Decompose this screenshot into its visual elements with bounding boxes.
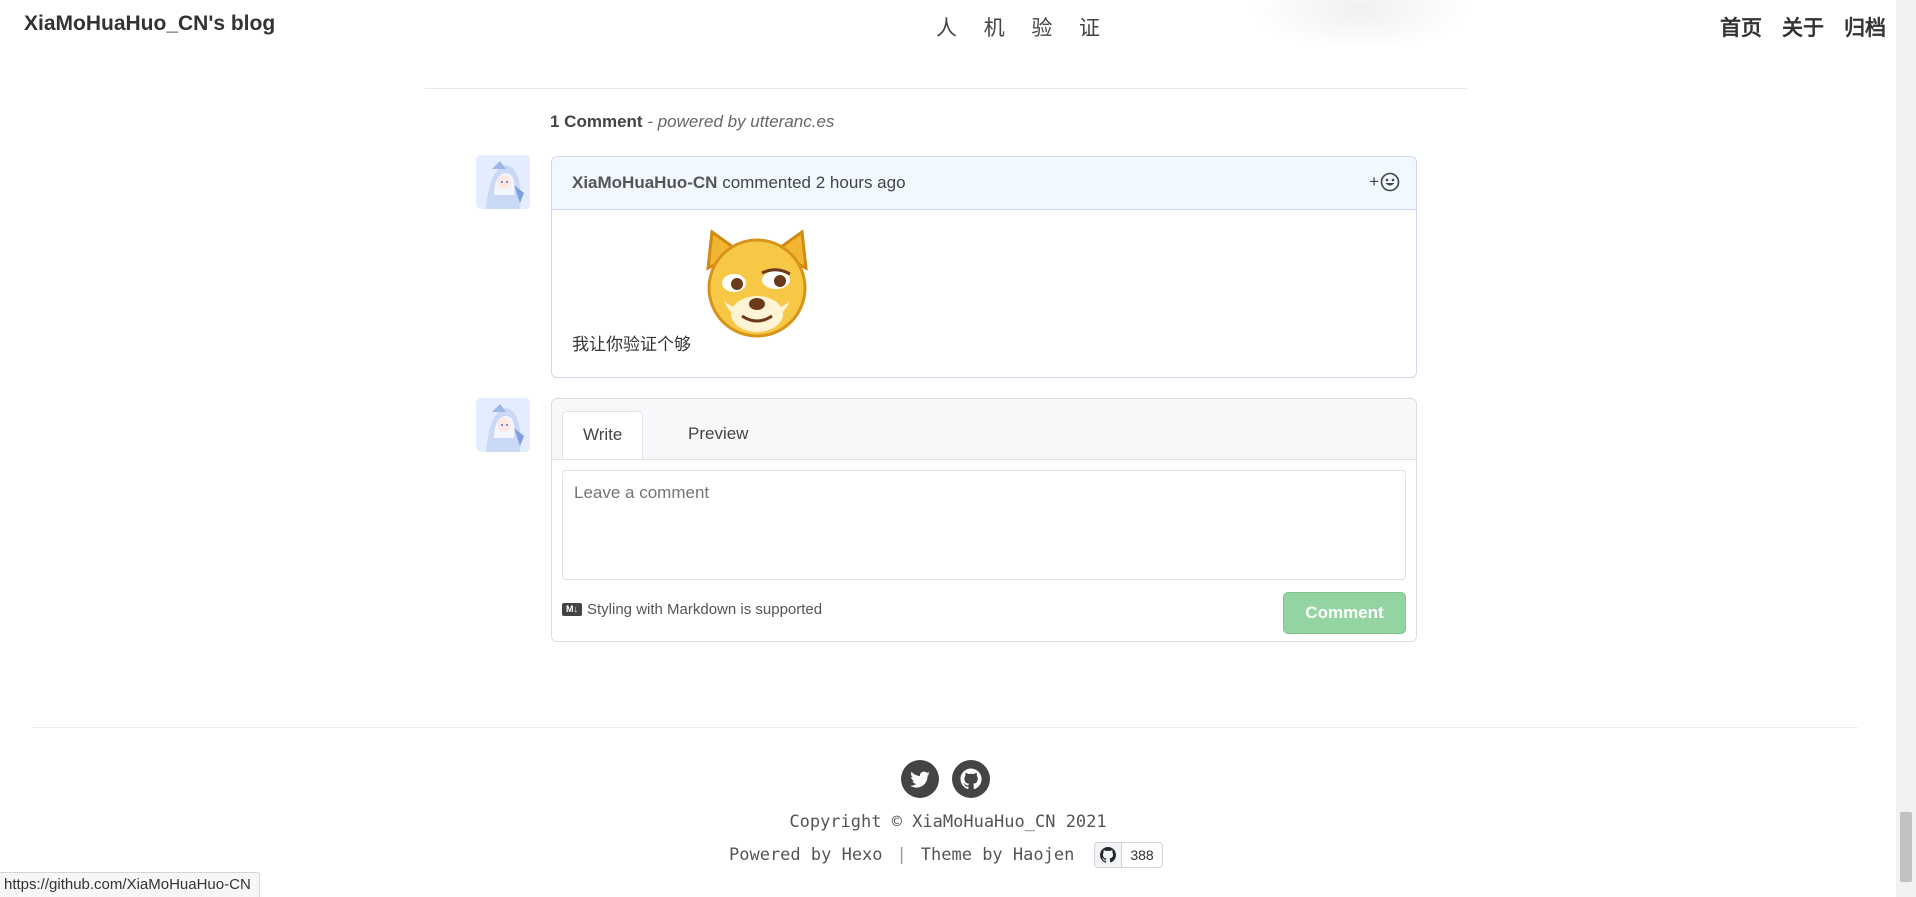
smiley-icon [1380,172,1400,192]
comment-action: commented [722,173,812,192]
comment-input[interactable] [562,470,1406,580]
github-stars-badge[interactable]: 388 [1094,842,1163,868]
comment-text: 我让你验证个够 [572,335,691,354]
comment-body: 我让你验证个够 [552,210,1416,377]
copyright-text: Copyright © XiaMoHuaHuo_CN 2021 [789,812,1107,832]
twitter-icon[interactable] [901,760,939,798]
comment-author-link[interactable]: XiaMoHuaHuo-CN [572,173,717,192]
doge-emoji-image [706,229,808,338]
comment-time-link[interactable]: 2 hours ago [816,173,906,192]
github-icon [1095,843,1123,867]
markdown-icon: M↓ [562,603,582,616]
social-links [901,760,990,798]
add-reaction-button[interactable]: + [1369,172,1400,192]
page-title: 人 机 验 证 [936,16,1111,40]
comment-card: XiaMoHuaHuo-CN commented 2 hours ago + 我… [551,156,1417,378]
decorative-blob [1250,0,1470,50]
composer-tabs: Write Preview [552,399,1416,460]
powered-line: Powered by Hexo | Theme by Haojen 388 [729,842,1163,868]
github-icon[interactable] [952,760,990,798]
markdown-note[interactable]: M↓ Styling with Markdown is supported [562,601,822,618]
separator: | [896,845,907,865]
anime-avatar-image [476,155,530,209]
powered-by-label: - powered by utteranc.es [647,112,835,131]
footer-divider [32,727,1858,728]
tab-write[interactable]: Write [562,411,644,459]
site-brand-link[interactable]: XiaMoHuaHuo_CN's blog [24,12,275,36]
vertical-scrollbar[interactable] [1896,0,1916,897]
comments-count: 1 Comment - powered by utteranc.es [550,112,834,132]
status-bar-url: https://github.com/XiaMoHuaHuo-CN [0,872,260,897]
github-stars-count: 388 [1130,847,1154,863]
comment-count-label: 1 Comment [550,112,643,131]
nav-about-link[interactable]: 关于 [1782,12,1824,42]
anime-avatar-image [476,398,530,452]
plus-label: + [1369,172,1379,191]
comment-composer: Write Preview M↓ Styling with Markdown i… [551,398,1417,642]
avatar[interactable] [476,398,530,452]
nav-home-link[interactable]: 首页 [1720,12,1762,42]
tab-preview[interactable]: Preview [668,411,768,459]
divider [425,88,1467,89]
nav-archive-link[interactable]: 归档 [1844,12,1886,42]
scrollbar-thumb[interactable] [1900,812,1912,882]
site-header: XiaMoHuaHuo_CN's blog 人 机 验 证 首页 关于 归档 [0,0,1896,50]
main-nav: 首页 关于 归档 [1720,12,1886,42]
markdown-note-label: Styling with Markdown is supported [587,601,823,618]
powered-by-hexo-link[interactable]: Powered by Hexo [729,845,883,865]
comment-header: XiaMoHuaHuo-CN commented 2 hours ago + [552,157,1416,210]
submit-comment-button[interactable]: Comment [1283,592,1406,634]
comment-meta: XiaMoHuaHuo-CN commented 2 hours ago [572,173,906,193]
avatar[interactable] [476,155,530,209]
theme-by-haojen-link[interactable]: Theme by Haojen [921,845,1075,865]
